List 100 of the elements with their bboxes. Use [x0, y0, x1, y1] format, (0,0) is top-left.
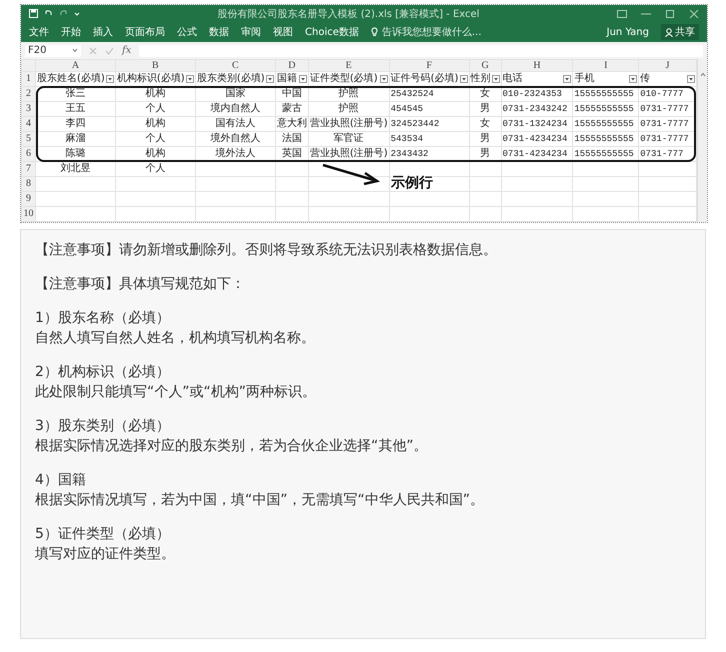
- table-cell: 个人: [145, 163, 166, 174]
- row-number[interactable]: 3: [22, 102, 36, 116]
- save-icon[interactable]: [29, 9, 38, 18]
- row-number[interactable]: 9: [22, 192, 36, 206]
- table-cell: 男: [480, 133, 490, 144]
- maximize-icon[interactable]: [665, 10, 675, 18]
- column-letter[interactable]: H: [501, 60, 573, 72]
- table-cell: 中国: [282, 88, 302, 99]
- table-cell: 军官证: [334, 133, 364, 144]
- share-button[interactable]: 共享: [661, 24, 699, 40]
- table-cell: 麻溜: [65, 133, 86, 144]
- undo-icon[interactable]: [44, 9, 53, 18]
- table-cell: 机构: [145, 118, 166, 129]
- redo-icon[interactable]: [59, 9, 68, 18]
- row-number[interactable]: 7: [22, 162, 36, 176]
- table-cell: 境内自然人: [210, 103, 260, 114]
- table-cell: 陈璐: [65, 148, 86, 159]
- column-letter[interactable]: E: [308, 60, 390, 72]
- note-text: 4）国籍: [35, 471, 87, 490]
- table-cell: 女: [480, 118, 490, 129]
- ribbon-tab[interactable]: 数据: [209, 25, 229, 39]
- scroll-up-icon[interactable]: [700, 72, 706, 77]
- column-header: 机构标识(必填): [116, 72, 185, 86]
- table-cell: 15555555555: [574, 104, 634, 114]
- ribbon-tab[interactable]: 开始: [61, 25, 81, 39]
- table-cell: 0731-7777: [640, 119, 689, 129]
- table-cell: 2343432: [390, 149, 428, 159]
- ribbon-tab[interactable]: 插入: [93, 25, 113, 39]
- filter-dropdown-icon[interactable]: [563, 75, 572, 83]
- column-letter[interactable]: G: [469, 60, 502, 72]
- filter-dropdown-icon[interactable]: [460, 75, 468, 83]
- table-cell: 护照: [338, 103, 359, 114]
- table-cell: 0731-2343242: [502, 104, 568, 114]
- lightbulb-icon: [370, 27, 378, 37]
- arrow: [321, 163, 381, 185]
- column-header: 股东类别(必填): [196, 72, 265, 86]
- caret-icon[interactable]: [74, 10, 80, 16]
- filter-dropdown-icon[interactable]: [629, 75, 638, 83]
- table-cell: 意大利: [276, 118, 307, 129]
- close-icon[interactable]: [689, 10, 699, 18]
- row-number[interactable]: 10: [22, 206, 36, 222]
- insert-function-button[interactable]: fx: [122, 45, 132, 56]
- row-number[interactable]: 8: [22, 176, 36, 192]
- note-text: 自然人填写自然人姓名，机构填写机构名称。: [35, 329, 316, 348]
- table-cell: 0731-4234234: [502, 134, 568, 144]
- ribbon-tab[interactable]: 视图: [273, 25, 293, 39]
- table-cell: 营业执照(注册号): [310, 118, 388, 129]
- filter-dropdown-icon[interactable]: [186, 75, 194, 83]
- table-cell: 境外法人: [215, 148, 256, 159]
- column-header: 证件号码(必填): [390, 72, 458, 86]
- table-cell: 543534: [390, 134, 424, 144]
- note-text: 此处限制只能填写“个人”或“机构”两种标识。: [35, 383, 318, 402]
- column-header: 传: [640, 72, 650, 86]
- caret-icon: [72, 48, 78, 53]
- user-name[interactable]: Jun Yang: [606, 26, 649, 38]
- ribbon-tab[interactable]: Choice数据: [305, 25, 359, 39]
- column-letter[interactable]: D: [275, 60, 308, 72]
- column-letter[interactable]: A: [35, 60, 116, 72]
- table-cell: 个人: [145, 103, 166, 114]
- filter-dropdown-icon[interactable]: [687, 75, 696, 83]
- table-cell: 15555555555: [574, 149, 634, 159]
- column-letter[interactable]: B: [115, 60, 196, 72]
- row-number[interactable]: 6: [22, 146, 36, 162]
- table-cell: 机构: [145, 88, 166, 99]
- table-cell: 刘北昱: [60, 163, 90, 174]
- ribbon-tab[interactable]: 文件: [29, 25, 49, 39]
- filter-dropdown-icon[interactable]: [380, 75, 388, 83]
- filter-dropdown-icon[interactable]: [492, 75, 500, 83]
- table-cell: 女: [480, 88, 490, 99]
- note-text: 【注意事项】具体填写规范如下：: [35, 275, 246, 294]
- column-header: 性别: [470, 72, 491, 86]
- ribbon-tab[interactable]: 公式: [177, 25, 197, 39]
- table-cell: 15555555555: [574, 119, 634, 129]
- ribbon-tab[interactable]: 审阅: [241, 25, 261, 39]
- filter-dropdown-icon[interactable]: [106, 75, 114, 83]
- filter-dropdown-icon[interactable]: [266, 75, 274, 83]
- row-number[interactable]: 4: [22, 116, 36, 132]
- window-title: 股份有限公司股东名册导入模板 (2).xls [兼容模式] - Excel: [216, 8, 480, 20]
- column-letter[interactable]: I: [572, 60, 639, 72]
- table-cell: 0731-1324234: [502, 119, 568, 129]
- row-number[interactable]: 5: [22, 132, 36, 146]
- tell-me-search[interactable]: 告诉我您想要做什么...: [382, 25, 482, 39]
- row-number[interactable]: 2: [22, 86, 36, 102]
- column-header: 证件类型(必填): [310, 72, 378, 86]
- table-cell: 境外自然人: [210, 133, 260, 144]
- table-cell: 25432524: [390, 89, 434, 99]
- scrollbar[interactable]: [697, 59, 707, 222]
- column-letter[interactable]: F: [389, 60, 470, 72]
- ribbon-tab[interactable]: 页面布局: [125, 25, 165, 39]
- table-cell: 个人: [145, 133, 166, 144]
- table-cell: 英国: [282, 148, 302, 159]
- note-text: 1）股东名称（必填）: [35, 309, 171, 328]
- filter-dropdown-icon[interactable]: [298, 75, 307, 83]
- name-box[interactable]: F20: [25, 44, 81, 56]
- check-icon[interactable]: [105, 46, 114, 54]
- column-letter[interactable]: C: [195, 60, 276, 72]
- row-number[interactable]: 1: [22, 72, 36, 86]
- column-letter[interactable]: J: [638, 60, 697, 72]
- person-icon: [665, 28, 673, 36]
- ribbon-display-icon[interactable]: [617, 10, 627, 18]
